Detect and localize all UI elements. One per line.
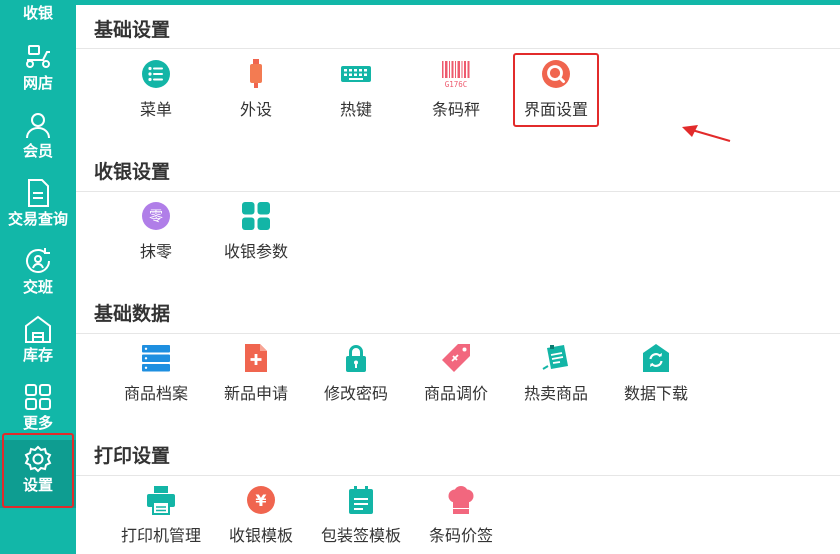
settings-panel: 基础设置 菜单 外设 热键 G176C 条码秤 界面设置 收银设置 零 抹零 收… (76, 5, 840, 554)
keyboard-icon (341, 66, 371, 82)
tile-rounding[interactable]: 零 抹零 (106, 201, 206, 271)
sidebar-item-label: 更多 (22, 414, 53, 432)
four-squares-icon (242, 202, 270, 230)
chef-hat-icon (448, 486, 474, 514)
sidebar-item-label: 交易查询 (7, 210, 68, 228)
calendar-icon (349, 486, 373, 514)
section-divider (76, 475, 840, 476)
section-divider (76, 333, 840, 334)
grid-icon (25, 384, 51, 410)
tile-package-label-template[interactable]: 包装签模板 (311, 485, 411, 554)
tile-barcode-price-label[interactable]: 条码价签 (411, 485, 511, 554)
zero-glyph: 零 (149, 209, 163, 225)
barcode-code: G176C (445, 80, 468, 89)
tile-menu[interactable]: 菜单 (106, 59, 206, 129)
usb-device-icon (250, 59, 262, 88)
tile-product-archive[interactable]: 商品档案 (106, 343, 206, 413)
sync-icon (643, 344, 669, 372)
sidebar-item-inventory[interactable]: 库存 (0, 310, 76, 378)
highlight-frame (513, 53, 599, 127)
section-divider (76, 191, 840, 192)
sidebar-item-label: 交班 (22, 278, 53, 296)
tile-new-product-request[interactable]: 新品申请 (206, 343, 306, 413)
sidebar-item-cashier[interactable]: 收银 (0, 0, 76, 36)
sidebar-item-member[interactable]: 会员 (0, 106, 76, 174)
sidebar-item-label: 收银 (22, 4, 53, 22)
user-icon (26, 113, 50, 139)
section-title-print-settings: 打印设置 (94, 445, 171, 467)
sidebar-item-shift[interactable]: 交班 (0, 242, 76, 310)
tile-hotkeys[interactable]: 热键 (306, 59, 406, 129)
section-divider (76, 48, 840, 49)
tile-label: 条码价签 (428, 526, 493, 545)
zero-icon: 零 (142, 202, 170, 230)
yen-icon: ¥ (247, 486, 275, 514)
sidebar: 收银 网店 会员 交易查询 交班 库存 更多 设置 (0, 0, 76, 554)
menu-list-icon (142, 60, 170, 88)
tile-printer-management[interactable]: 打印机管理 (111, 485, 211, 554)
section-title-basic-data: 基础数据 (94, 303, 171, 325)
sidebar-item-transactions[interactable]: 交易查询 (0, 174, 76, 242)
barcode-icon: G176C (442, 61, 470, 89)
tile-cashier-template[interactable]: ¥ 收银模板 (211, 485, 311, 554)
scooter-icon (26, 45, 50, 68)
document-icon (28, 179, 49, 207)
lock-icon (346, 345, 366, 372)
sidebar-item-online-store[interactable]: 网店 (0, 38, 76, 106)
tile-data-download[interactable]: 数据下载 (606, 343, 706, 413)
hot-notes-icon (542, 345, 568, 370)
warehouse-icon (25, 315, 51, 343)
yen-glyph: ¥ (255, 491, 266, 510)
tile-barcode-scale[interactable]: G176C 条码秤 (406, 59, 506, 129)
server-icon (142, 345, 170, 372)
tile-price-adjust[interactable]: 商品调价 (406, 343, 506, 413)
tile-label: 收银参数 (223, 242, 288, 261)
sidebar-item-label: 库存 (22, 346, 53, 364)
tile-label: 数据下载 (623, 384, 688, 403)
new-file-icon (245, 344, 267, 372)
price-tag-icon (442, 344, 470, 372)
tile-hot-products[interactable]: 热卖商品 (506, 343, 606, 413)
shift-icon (26, 248, 50, 273)
sidebar-highlight-frame (2, 433, 74, 508)
section-title-basic-settings: 基础设置 (94, 19, 171, 41)
pointer-arrow (682, 125, 731, 143)
sidebar-item-label: 会员 (22, 142, 53, 160)
sidebar-item-label: 网店 (22, 74, 53, 92)
tile-cashier-params[interactable]: 收银参数 (206, 201, 306, 271)
tile-peripherals[interactable]: 外设 (206, 59, 306, 129)
section-title-cashier-settings: 收银设置 (94, 161, 171, 183)
printer-icon (147, 486, 175, 515)
tile-change-password[interactable]: 修改密码 (306, 343, 406, 413)
